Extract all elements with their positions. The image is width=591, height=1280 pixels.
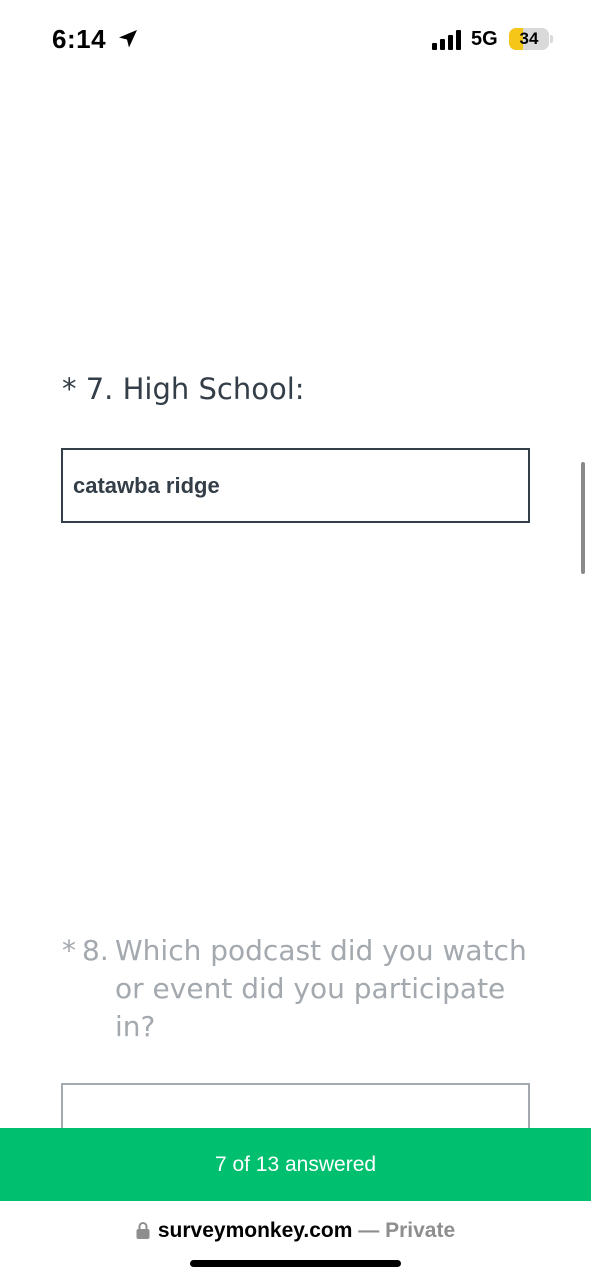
question-8-number: 8. — [82, 934, 109, 967]
home-indicator[interactable] — [190, 1260, 401, 1267]
battery-percentage: 34 — [519, 29, 539, 48]
question-8-text: Which podcast did you watch or event did… — [115, 934, 527, 1043]
question-7-title: * 7. High School: — [62, 372, 305, 406]
scrollbar[interactable] — [581, 462, 585, 574]
status-time: 6:14 — [52, 24, 107, 54]
battery-tip — [550, 35, 553, 43]
survey-screen: 6:14 5G 34 * 7. High School: * 8. Which … — [0, 0, 591, 1280]
required-asterisk: * — [62, 934, 76, 967]
battery-icon: 34 — [509, 28, 549, 50]
progress-label: 7 of 13 answered — [214, 1152, 377, 1176]
lock-icon — [136, 1222, 150, 1239]
browser-url-bar[interactable]: surveymonkey.com — Private — [0, 1201, 591, 1280]
status-bar: 6:14 5G 34 — [0, 0, 591, 80]
url-separator: — — [358, 1219, 380, 1242]
signal-icon — [432, 30, 461, 50]
question-8-title: * 8. Which podcast did you watch or even… — [62, 932, 532, 1046]
private-label: Private — [385, 1219, 456, 1242]
high-school-input[interactable] — [61, 448, 530, 523]
network-type: 5G — [471, 28, 498, 50]
url-domain: surveymonkey.com — [157, 1219, 353, 1242]
url-row[interactable]: surveymonkey.com — Private — [0, 1219, 591, 1243]
progress-footer: 7 of 13 answered — [0, 1128, 591, 1201]
location-arrow-icon — [119, 30, 137, 48]
